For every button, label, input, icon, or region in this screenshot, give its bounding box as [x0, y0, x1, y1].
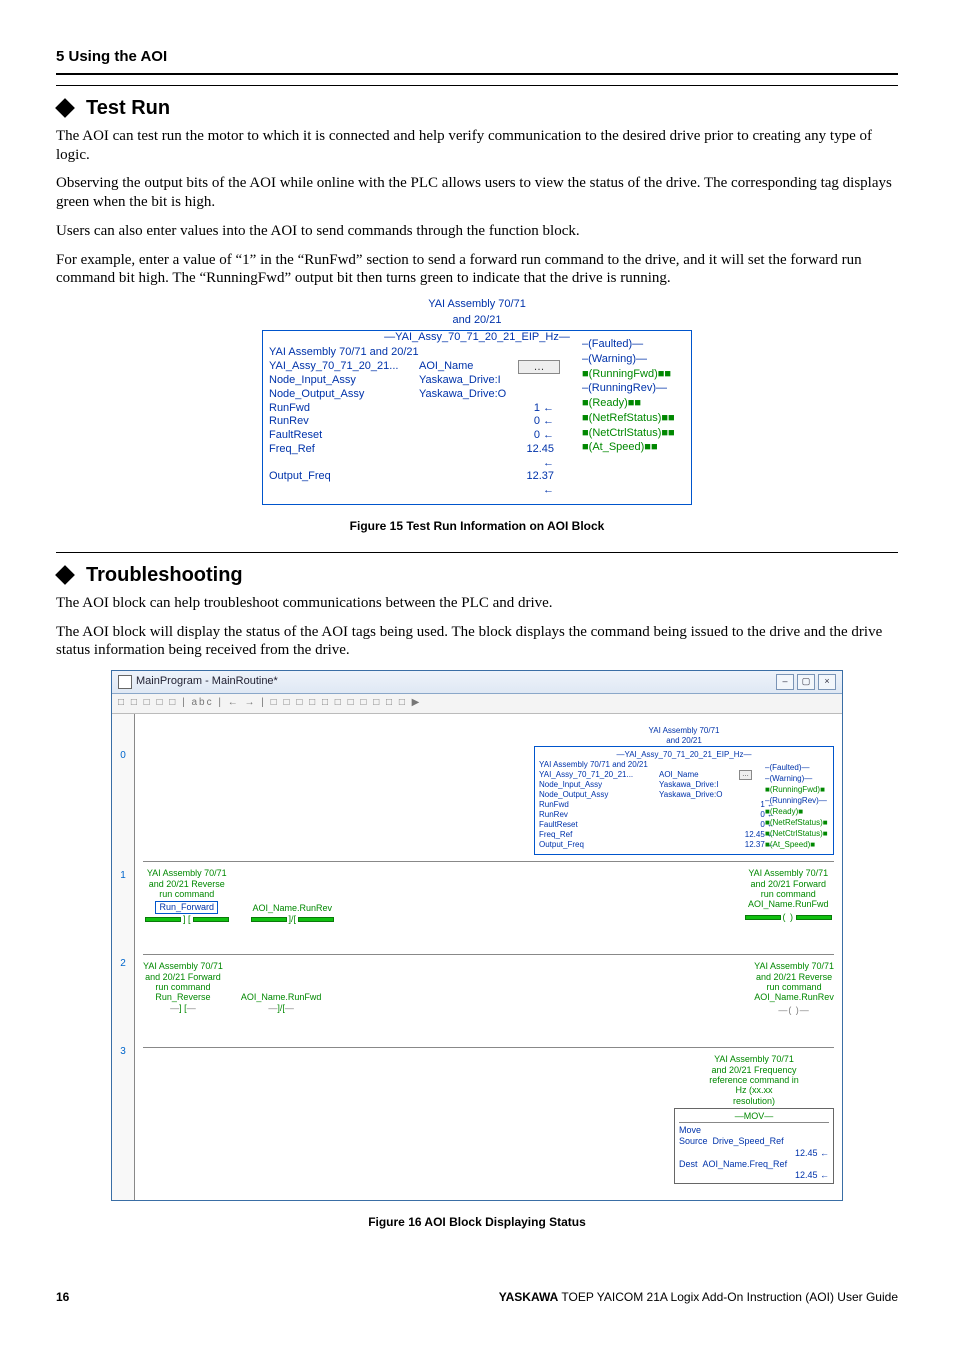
paragraph: The AOI block can help troubleshoot comm…	[56, 594, 898, 613]
row-label: YAI_Assy_70_71_20_21...	[269, 360, 419, 374]
aoi-title-1: YAI Assembly 70/71	[262, 298, 692, 312]
ellipsis-button[interactable]: …	[739, 770, 752, 781]
footer-doc: YASKAWA TOEP YAICOM 21A Logix Add-On Ins…	[499, 1290, 898, 1305]
row-val: 12.37 ←	[514, 470, 554, 498]
row-val: 0 ←	[514, 415, 554, 429]
diamond-bullet-icon	[55, 98, 75, 118]
window-titlebar: MainProgram - MainRoutine* – ▢ ×	[112, 671, 842, 694]
aoi-title-2: and 20/21	[262, 314, 692, 328]
section-header: 5 Using the AOI	[56, 48, 898, 75]
row-val: 0 ←	[514, 429, 554, 443]
row-val: AOI_Name	[419, 360, 514, 374]
rung-gutter: 0 1 2 3	[112, 714, 135, 1201]
xio-runfwd: AOI_Name.RunFwd —]/[—	[241, 961, 322, 1013]
row-val: Yaskawa_Drive:I	[419, 374, 514, 388]
row-label: FaultReset	[269, 429, 419, 443]
paragraph: The AOI block will display the status of…	[56, 623, 898, 661]
rung-3: YAI Assembly 70/71 and 20/21 Frequency r…	[143, 1047, 834, 1184]
row-val: 12.45 ←	[514, 443, 554, 471]
minimize-button[interactable]: –	[776, 674, 794, 690]
close-button[interactable]: ×	[818, 674, 836, 690]
xic-run-reverse: YAI Assembly 70/71 and 20/21 Forward run…	[143, 961, 223, 1013]
rung-number: 2	[112, 958, 134, 1046]
rung-0: YAI Assembly 70/71and 20/21 —YAI_Assy_70…	[143, 720, 834, 856]
row-label: Node_Output_Assy	[269, 388, 419, 402]
aoi-mini-title: YAI Assembly 70/71and 20/21	[534, 726, 834, 746]
rung-number: 3	[112, 1046, 134, 1134]
paragraph: The AOI can test run the motor to which …	[56, 127, 898, 165]
rung-number: 0	[112, 750, 134, 870]
rule	[56, 552, 898, 553]
row-val: 1 ←	[514, 402, 554, 416]
heading-text: Troubleshooting	[86, 563, 243, 588]
xic-run-forward: YAI Assembly 70/71 and 20/21 Reverse run…	[143, 868, 231, 924]
diamond-bullet-icon	[55, 565, 75, 585]
row-label: Freq_Ref	[269, 443, 419, 471]
ote-runrev: YAI Assembly 70/71 and 20/21 Reverse run…	[754, 961, 834, 1015]
mov-desc: YAI Assembly 70/71 and 20/21 Frequency r…	[674, 1054, 834, 1106]
paragraph: Observing the output bits of the AOI whi…	[56, 174, 898, 212]
rung-1: YAI Assembly 70/71 and 20/21 Reverse run…	[143, 861, 834, 948]
paragraph: Users can also enter values into the AOI…	[56, 222, 898, 241]
ellipsis-button[interactable]: …	[518, 360, 560, 374]
figure-16: MainProgram - MainRoutine* – ▢ × □ □ □ □…	[56, 670, 898, 1201]
heading-text: Test Run	[86, 96, 170, 121]
aoi-block-mini: —YAI_Assy_70_71_20_21_EIP_Hz— YAI Assemb…	[534, 746, 834, 856]
row-label: Node_Input_Assy	[269, 374, 419, 388]
heading-test-run: Test Run	[56, 96, 898, 121]
maximize-button[interactable]: ▢	[797, 674, 815, 690]
row-label: RunRev	[269, 415, 419, 429]
row-label: RunFwd	[269, 402, 419, 416]
paragraph: For example, enter a value of “1” in the…	[56, 251, 898, 289]
row-label: Output_Freq	[269, 470, 419, 498]
figure-15-caption: Figure 15 Test Run Information on AOI Bl…	[56, 519, 898, 534]
rung-number: 1	[112, 870, 134, 958]
rule	[56, 85, 898, 86]
rung-2: YAI Assembly 70/71 and 20/21 Forward run…	[143, 954, 834, 1041]
figure-15: YAI Assembly 70/71 and 20/21 —YAI_Assy_7…	[56, 298, 898, 505]
routine-icon	[118, 675, 132, 689]
mov-instruction: —MOV— Move Source Drive_Speed_Ref 12.45 …	[674, 1108, 834, 1185]
status-tags: –(Faulted)— –(Warning)— ■(RunningFwd)■■ …	[582, 338, 675, 456]
toolbar[interactable]: □ □ □ □ □ | abc | ← → | □ □ □ □ □ □ □ □ …	[112, 694, 842, 714]
xio-runrev: AOI_Name.RunRev ]/[	[249, 872, 337, 924]
heading-troubleshooting: Troubleshooting	[56, 563, 898, 588]
row-val: Yaskawa_Drive:O	[419, 388, 514, 402]
ote-runfwd: YAI Assembly 70/71 and 20/21 Forward run…	[743, 868, 835, 922]
page-footer: 16 YASKAWA TOEP YAICOM 21A Logix Add-On …	[56, 1290, 898, 1305]
figure-16-caption: Figure 16 AOI Block Displaying Status	[56, 1215, 898, 1230]
page-number: 16	[56, 1290, 69, 1305]
window-title: MainProgram - MainRoutine*	[136, 675, 278, 689]
